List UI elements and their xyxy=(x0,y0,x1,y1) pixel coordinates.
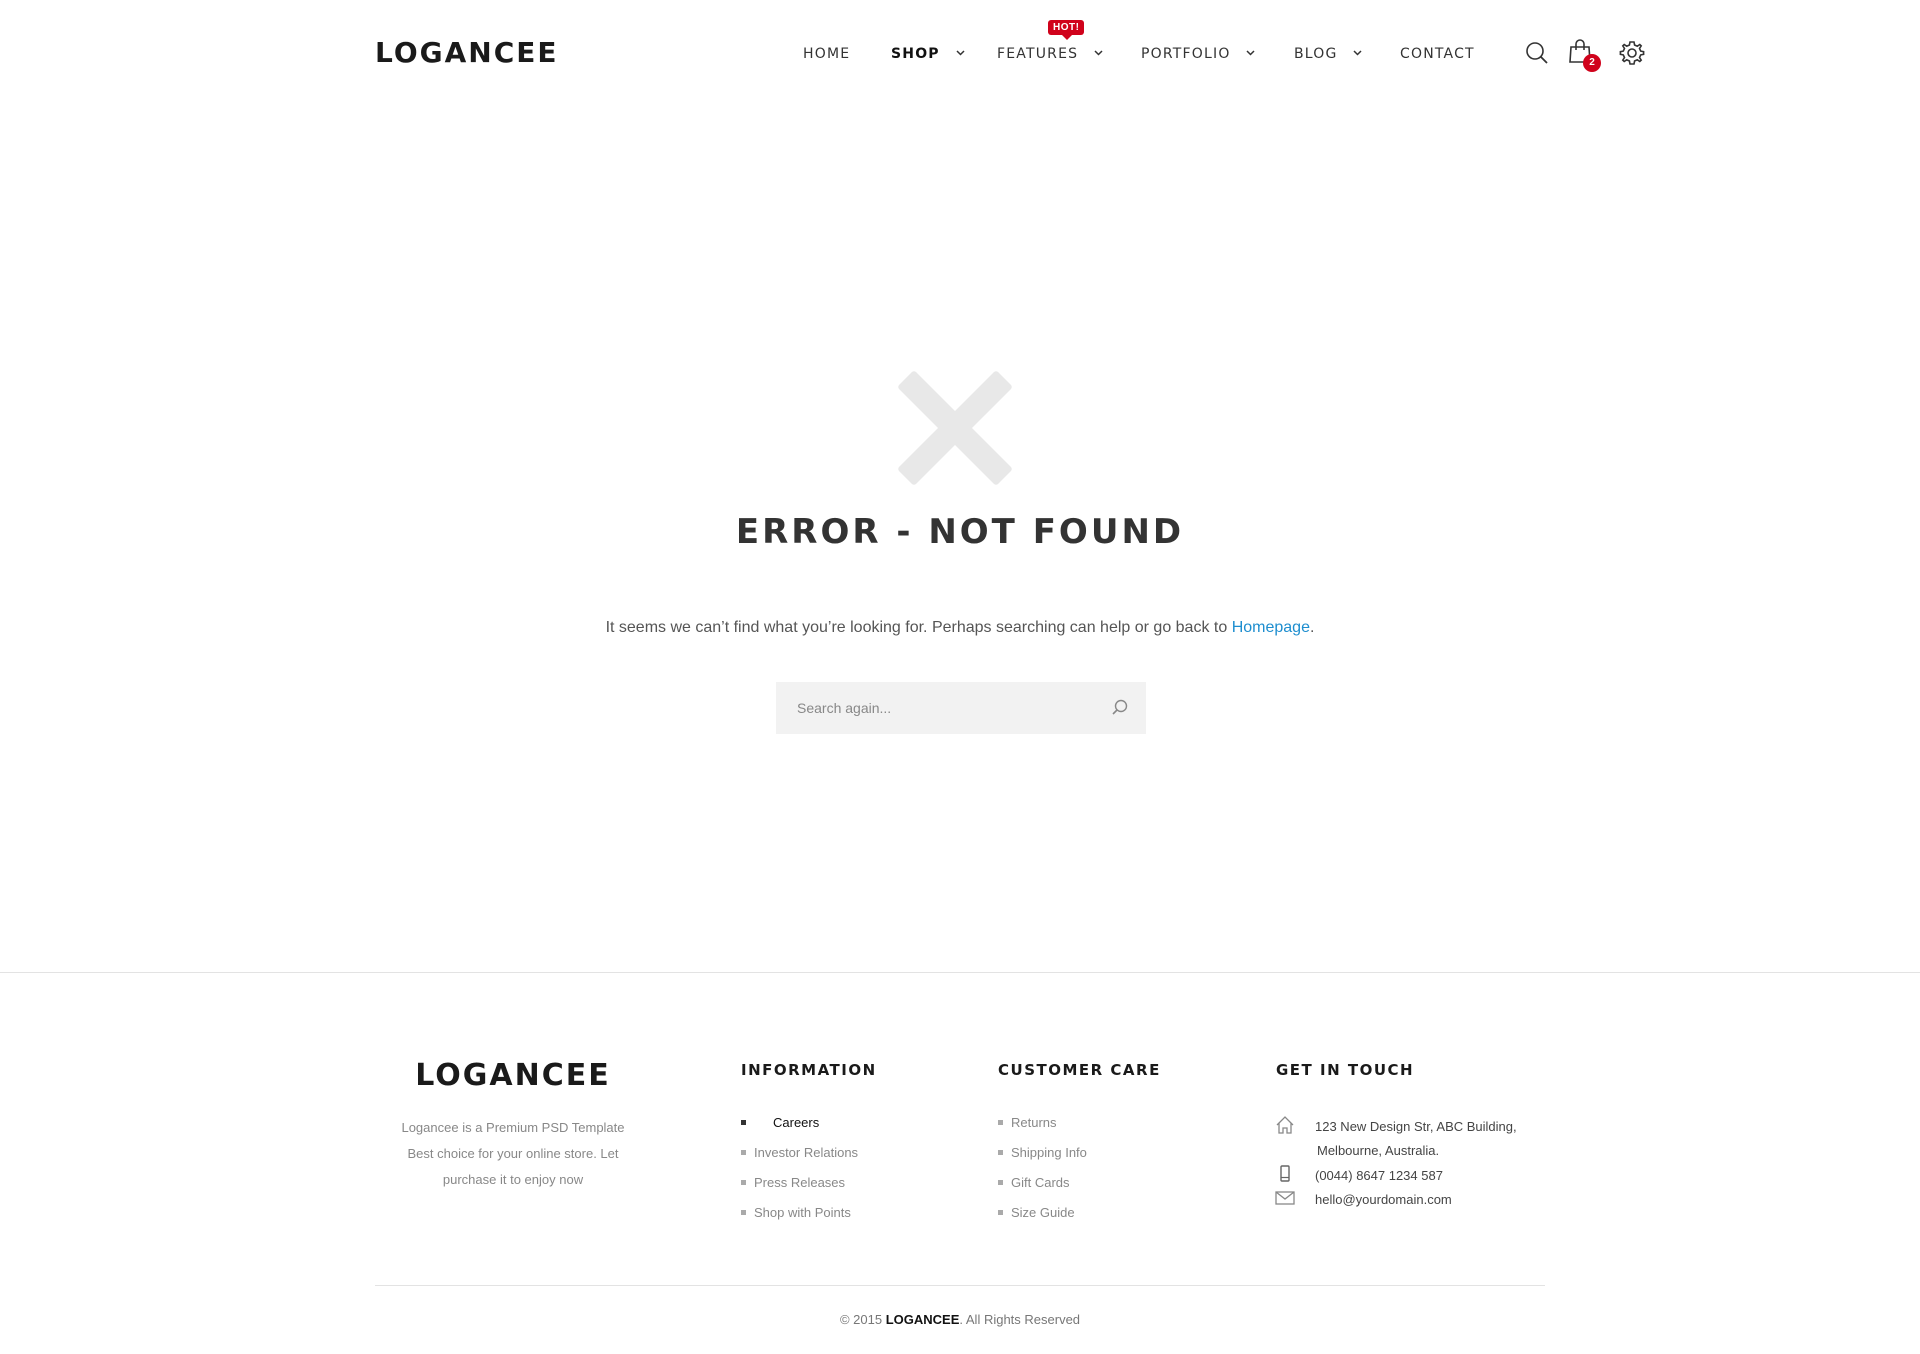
close-x-icon xyxy=(898,371,1012,485)
nav-shop[interactable]: SHOP xyxy=(891,46,965,62)
chevron-down-icon xyxy=(1094,50,1103,56)
search-icon[interactable] xyxy=(1110,698,1130,718)
information-list: Careers Investor Relations Press Release… xyxy=(741,1115,858,1235)
search-form xyxy=(776,682,1146,734)
error-message-end: . xyxy=(1309,619,1315,636)
nav-features-label: FEATURES xyxy=(997,46,1079,62)
email-address[interactable]: hello@yourdomain.com xyxy=(1315,1188,1452,1212)
copyright-suffix: . All Rights Reserved xyxy=(959,1312,1081,1327)
footer-link-press-releases[interactable]: Press Releases xyxy=(741,1175,858,1205)
address-line-2: Melbourne, Australia. xyxy=(1317,1143,1440,1158)
chevron-down-icon xyxy=(1353,50,1362,56)
footer-link-label: Press Releases xyxy=(754,1175,846,1190)
nav-blog-label: BLOG xyxy=(1294,46,1338,62)
footer-link-label: Gift Cards xyxy=(1011,1175,1070,1190)
copyright-prefix: © 2015 xyxy=(839,1312,883,1327)
chevron-down-icon xyxy=(1246,50,1255,56)
footer-link-investor-relations[interactable]: Investor Relations xyxy=(741,1145,858,1175)
nav-shop-label: SHOP xyxy=(891,46,940,62)
footer-link-label: Size Guide xyxy=(1011,1205,1075,1220)
nav-contact-label: CONTACT xyxy=(1400,46,1475,62)
footer-link-label: Investor Relations xyxy=(754,1145,859,1160)
site-logo[interactable]: LOGANCEE xyxy=(375,36,559,69)
bullet-icon xyxy=(741,1120,746,1125)
footer-link-size-guide[interactable]: Size Guide xyxy=(998,1205,1087,1235)
footer-description-line: Best choice for your online store. Let xyxy=(407,1146,619,1161)
mobile-phone-icon xyxy=(1280,1165,1290,1182)
get-in-touch-heading: GET IN TOUCH xyxy=(1276,1061,1415,1079)
gear-icon[interactable] xyxy=(1619,40,1645,66)
envelope-icon xyxy=(1275,1191,1295,1205)
footer-link-label: Shipping Info xyxy=(1011,1145,1087,1160)
footer-logo[interactable]: LOGANCEE xyxy=(375,1058,651,1093)
footer-link-shop-with-points[interactable]: Shop with Points xyxy=(741,1205,858,1235)
footer-link-gift-cards[interactable]: Gift Cards xyxy=(998,1175,1087,1205)
bullet-icon xyxy=(741,1210,746,1215)
information-heading: INFORMATION xyxy=(741,1061,877,1079)
nav-home-label: HOME xyxy=(803,46,851,62)
homepage-link[interactable]: Homepage xyxy=(1232,619,1310,636)
error-title: ERROR - NOT FOUND xyxy=(735,512,1185,552)
nav-portfolio[interactable]: PORTFOLIO xyxy=(1141,46,1255,62)
footer-link-shipping-info[interactable]: Shipping Info xyxy=(998,1145,1087,1175)
address-line-1: 123 New Design Str, ABC Building, xyxy=(1315,1119,1517,1134)
bullet-icon xyxy=(998,1120,1003,1125)
footer-divider xyxy=(0,972,1920,973)
nav-contact[interactable]: CONTACT xyxy=(1400,46,1475,62)
home-icon xyxy=(1276,1116,1294,1134)
footer-link-returns[interactable]: Returns xyxy=(998,1115,1087,1145)
bullet-icon xyxy=(741,1150,746,1155)
customer-care-heading: CUSTOMER CARE xyxy=(998,1061,1161,1079)
bullet-icon xyxy=(998,1210,1003,1215)
nav-portfolio-label: PORTFOLIO xyxy=(1141,46,1231,62)
bullet-icon xyxy=(741,1180,746,1185)
bullet-icon xyxy=(998,1180,1003,1185)
footer-link-label: Careers xyxy=(773,1115,820,1130)
nav-features[interactable]: FEATURES xyxy=(997,46,1103,62)
footer-description-line: Logancee is a Premium PSD Template xyxy=(401,1120,625,1135)
footer-bottom-divider xyxy=(375,1285,1545,1286)
footer-link-label: Returns xyxy=(1011,1115,1057,1130)
copyright: © 2015 LOGANCEE. All Rights Reserved xyxy=(0,1312,1920,1327)
chevron-down-icon xyxy=(956,50,965,56)
error-message-text: It seems we can’t find what you’re looki… xyxy=(605,619,1232,636)
footer-description: Logancee is a Premium PSD Template Best … xyxy=(375,1115,651,1193)
site-header: LOGANCEE HOME SHOP FEATURES PORTFOLIO BL… xyxy=(0,0,1920,110)
footer-description-line: purchase it to enjoy now xyxy=(442,1172,584,1187)
hot-badge: HOT! xyxy=(1048,20,1085,40)
customer-care-list: Returns Shipping Info Gift Cards Size Gu… xyxy=(998,1115,1087,1235)
search-input[interactable] xyxy=(776,682,1106,734)
copyright-brand: LOGANCEE xyxy=(885,1312,960,1327)
nav-home[interactable]: HOME xyxy=(803,46,850,62)
cart-count-badge: 2 xyxy=(1583,54,1601,72)
nav-blog[interactable]: BLOG xyxy=(1294,46,1362,62)
footer-link-careers[interactable]: Careers xyxy=(741,1115,858,1145)
search-icon[interactable] xyxy=(1524,40,1550,66)
bullet-icon xyxy=(998,1150,1003,1155)
phone-number[interactable]: (0044) 8647 1234 587 xyxy=(1315,1164,1443,1188)
footer-link-label: Shop with Points xyxy=(754,1205,851,1220)
error-message: It seems we can’t find what you’re looki… xyxy=(0,619,1920,637)
